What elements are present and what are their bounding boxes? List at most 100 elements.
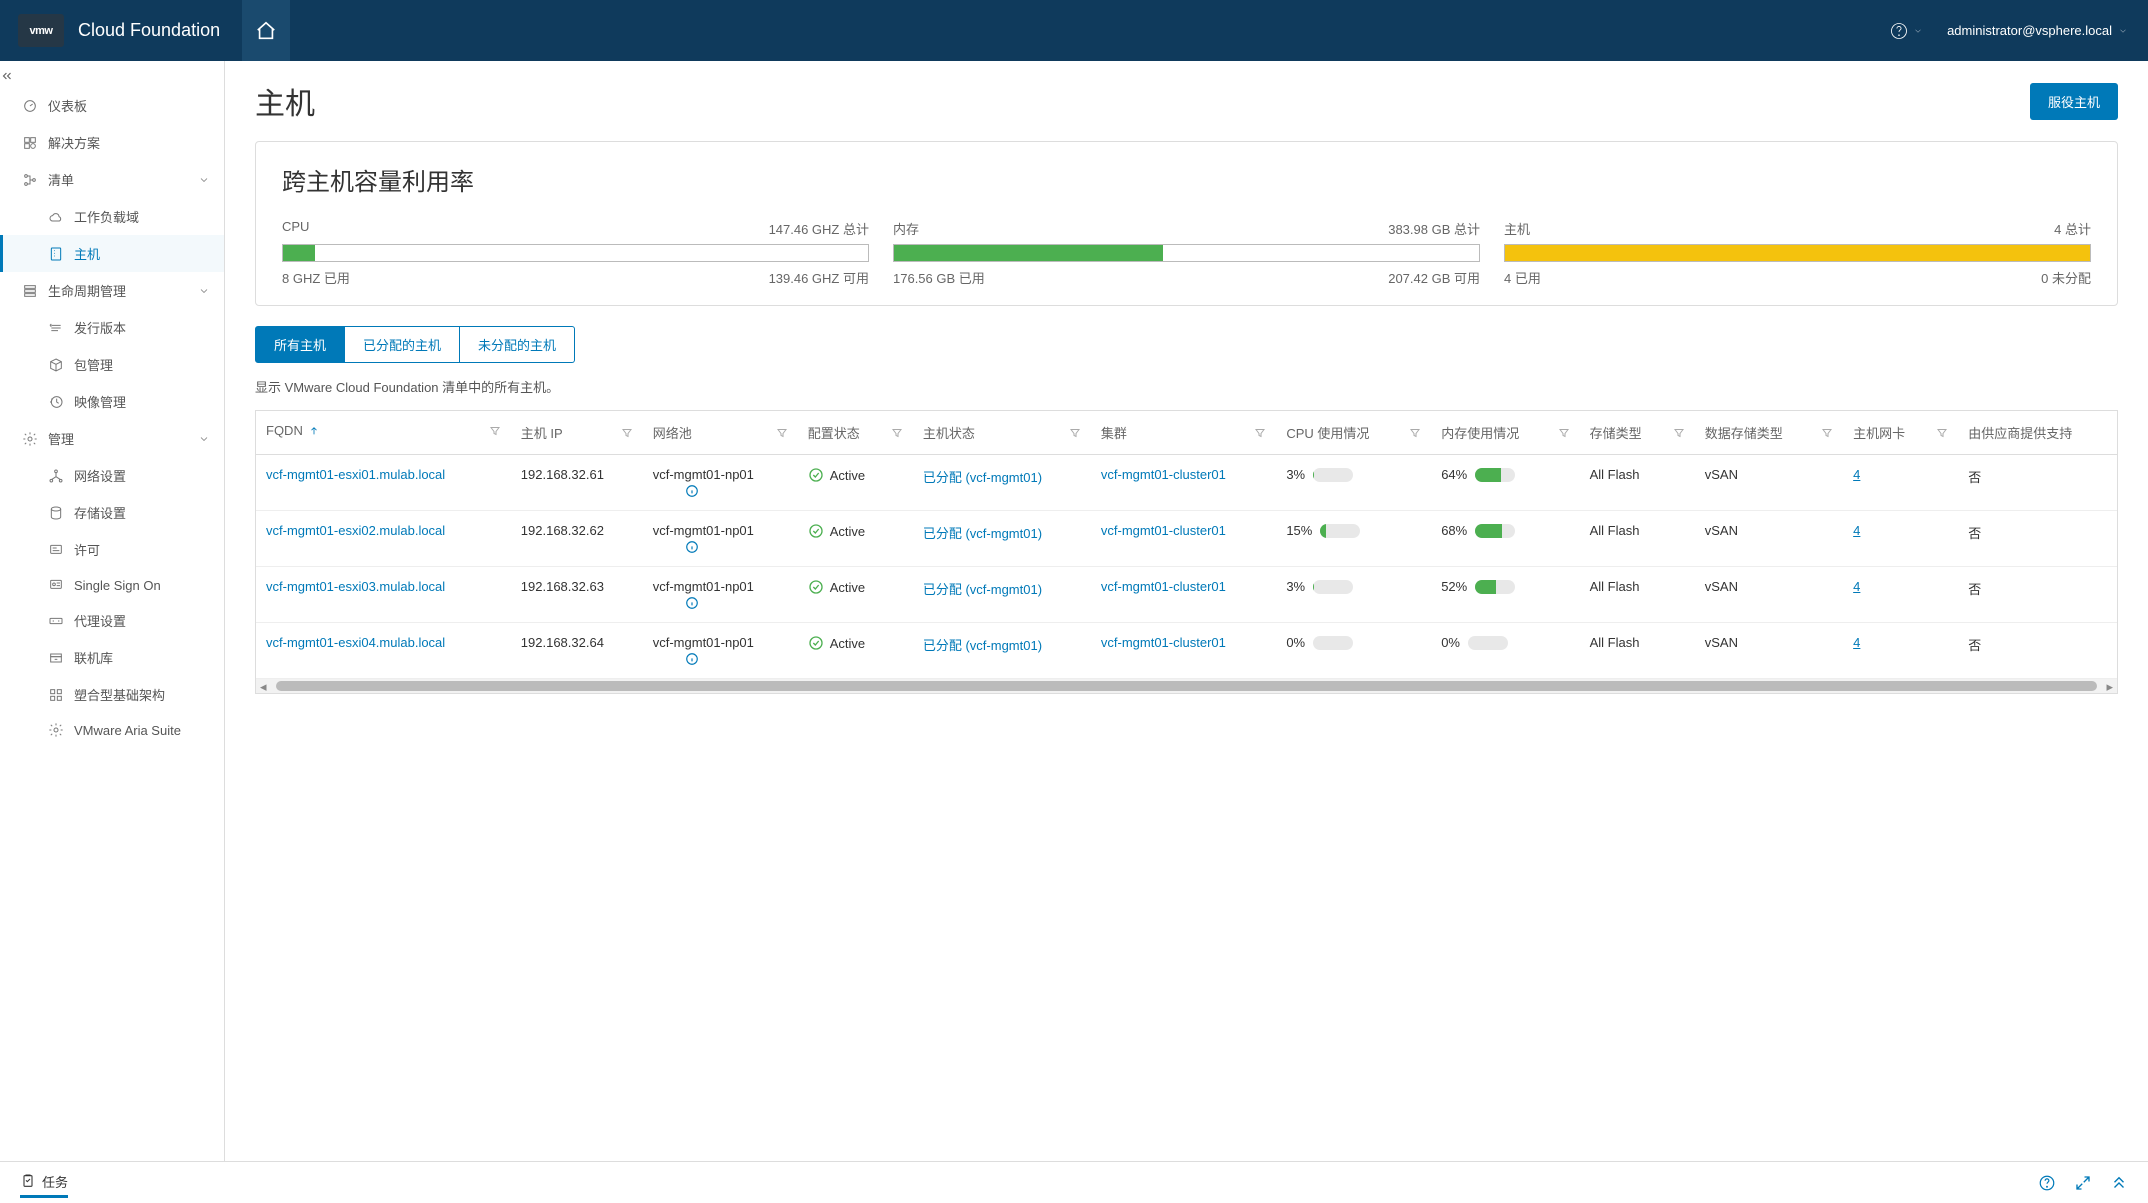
host-state-link[interactable]: 已分配 (vcf-mgmt01) [923,582,1042,597]
sidebar-item-network[interactable]: 网络设置 [0,457,224,494]
nics-link[interactable]: 4 [1853,579,1860,594]
column-header[interactable]: FQDN [256,411,511,455]
help-icon [2038,1174,2056,1192]
filter-icon[interactable] [1558,427,1570,439]
column-header[interactable]: 主机 IP [511,411,643,455]
sidebar-item-sso[interactable]: Single Sign On [0,568,224,602]
sidebar-item-inventory[interactable]: 清单 [0,161,224,198]
tab-all[interactable]: 所有主机 [255,326,345,363]
column-header[interactable]: 主机状态 [913,411,1091,455]
cpu-bar [1313,468,1353,482]
filter-icon[interactable] [1069,427,1081,439]
sidebar-item-aria[interactable]: VMware Aria Suite [0,713,224,747]
sidebar-item-composable[interactable]: 塑合型基础架构 [0,676,224,713]
host-ip: 192.168.32.63 [511,567,643,623]
sidebar-item-images[interactable]: 映像管理 [0,383,224,420]
footer-collapse-up[interactable] [2110,1174,2128,1192]
history-icon [48,394,64,410]
sidebar-item-bundles[interactable]: 包管理 [0,346,224,383]
cluster-link[interactable]: vcf-mgmt01-cluster01 [1101,579,1226,594]
info-icon[interactable] [685,652,699,666]
host-ip: 192.168.32.62 [511,511,643,567]
filter-icon[interactable] [891,427,903,439]
host-state-link[interactable]: 已分配 (vcf-mgmt01) [923,470,1042,485]
footer-expand[interactable] [2074,1174,2092,1192]
cpu-bar [1313,580,1353,594]
filter-icon[interactable] [621,427,633,439]
sidebar-item-workloaddomain[interactable]: 工作负载域 [0,198,224,235]
fqdn-link[interactable]: vcf-mgmt01-esxi02.mulab.local [266,523,445,538]
column-header[interactable]: 网络池 [643,411,798,455]
mem-pct: 64% [1441,467,1467,482]
filter-icon[interactable] [1821,427,1833,439]
sidebar-item-label: 代理设置 [74,611,126,630]
column-header[interactable]: 数据存储类型 [1695,411,1843,455]
sidebar-item-releases[interactable]: 发行版本 [0,309,224,346]
main-content: 主机 服役主机 跨主机容量利用率 CPU147.46 GHZ 总计8 GHZ 已… [225,61,2148,1161]
fqdn-link[interactable]: vcf-mgmt01-esxi01.mulab.local [266,467,445,482]
info-icon[interactable] [685,484,699,498]
cluster-link[interactable]: vcf-mgmt01-cluster01 [1101,523,1226,538]
sidebar-item-dashboard[interactable]: 仪表板 [0,87,224,124]
cpu-pct: 3% [1286,467,1305,482]
network-pool: vcf-mgmt01-np01 [653,467,788,482]
column-header[interactable]: 存储类型 [1580,411,1695,455]
column-label: 网络池 [653,423,692,442]
sidebar-item-label: 许可 [74,540,100,559]
column-header[interactable]: 配置状态 [798,411,913,455]
help-button[interactable] [1889,21,1923,41]
server-icon [48,246,64,262]
capacity-title: 跨主机容量利用率 [282,162,2091,197]
column-label: 主机网卡 [1853,423,1905,442]
table-row: vcf-mgmt01-esxi03.mulab.local 192.168.32… [256,567,2117,623]
sidebar-item-lifecycle[interactable]: 生命周期管理 [0,272,224,309]
release-icon [48,320,64,336]
column-header[interactable]: 由供应商提供支持 [1958,411,2117,455]
capacity-box-0: CPU147.46 GHZ 总计8 GHZ 已用139.46 GHZ 可用 [282,219,869,287]
commission-host-button[interactable]: 服役主机 [2030,83,2118,120]
proxy-icon [48,613,64,629]
check-icon [808,579,824,595]
filter-icon[interactable] [1409,427,1421,439]
collapse-sidebar[interactable] [0,61,224,87]
info-icon[interactable] [685,540,699,554]
filter-icon[interactable] [776,427,788,439]
fqdn-link[interactable]: vcf-mgmt01-esxi03.mulab.local [266,579,445,594]
home-button[interactable] [242,0,290,61]
horizontal-scrollbar[interactable]: ◂ ▸ [256,679,2117,693]
filter-icon[interactable] [1936,427,1948,439]
column-header[interactable]: 内存使用情况 [1431,411,1579,455]
sidebar-item-storage[interactable]: 存储设置 [0,494,224,531]
mem-pct: 52% [1441,579,1467,594]
cluster-link[interactable]: vcf-mgmt01-cluster01 [1101,467,1226,482]
info-icon[interactable] [685,596,699,610]
host-state-link[interactable]: 已分配 (vcf-mgmt01) [923,638,1042,653]
tab-unassigned[interactable]: 未分配的主机 [460,326,575,363]
home-icon [255,20,277,42]
nics-link[interactable]: 4 [1853,467,1860,482]
host-state-link[interactable]: 已分配 (vcf-mgmt01) [923,526,1042,541]
cluster-link[interactable]: vcf-mgmt01-cluster01 [1101,635,1226,650]
sidebar-item-license[interactable]: 许可 [0,531,224,568]
user-menu[interactable]: administrator@vsphere.local [1947,23,2128,38]
hosts-table-wrap: FQDN主机 IP 网络池 配置状态主机状态集群CPU 使用情况内存使用情况存储类型… [255,410,2118,694]
chevron-double-left-icon [0,69,14,83]
column-header[interactable]: CPU 使用情况 [1276,411,1431,455]
column-header[interactable]: 主机网卡 [1843,411,1958,455]
cap-bar [282,244,869,262]
sidebar-item-solutions[interactable]: 解决方案 [0,124,224,161]
sidebar-item-depot[interactable]: 联机库 [0,639,224,676]
sidebar-item-admin[interactable]: 管理 [0,420,224,457]
nics-link[interactable]: 4 [1853,523,1860,538]
tab-assigned[interactable]: 已分配的主机 [345,326,460,363]
footer-help[interactable] [2038,1174,2056,1192]
fqdn-link[interactable]: vcf-mgmt01-esxi04.mulab.local [266,635,445,650]
filter-icon[interactable] [1254,427,1266,439]
sidebar-item-proxy[interactable]: 代理设置 [0,602,224,639]
filter-icon[interactable] [489,425,501,437]
tasks-tab[interactable]: 任务 [20,1172,68,1198]
nics-link[interactable]: 4 [1853,635,1860,650]
sidebar-item-hosts[interactable]: 主机 [0,235,224,272]
filter-icon[interactable] [1673,427,1685,439]
column-header[interactable]: 集群 [1091,411,1276,455]
